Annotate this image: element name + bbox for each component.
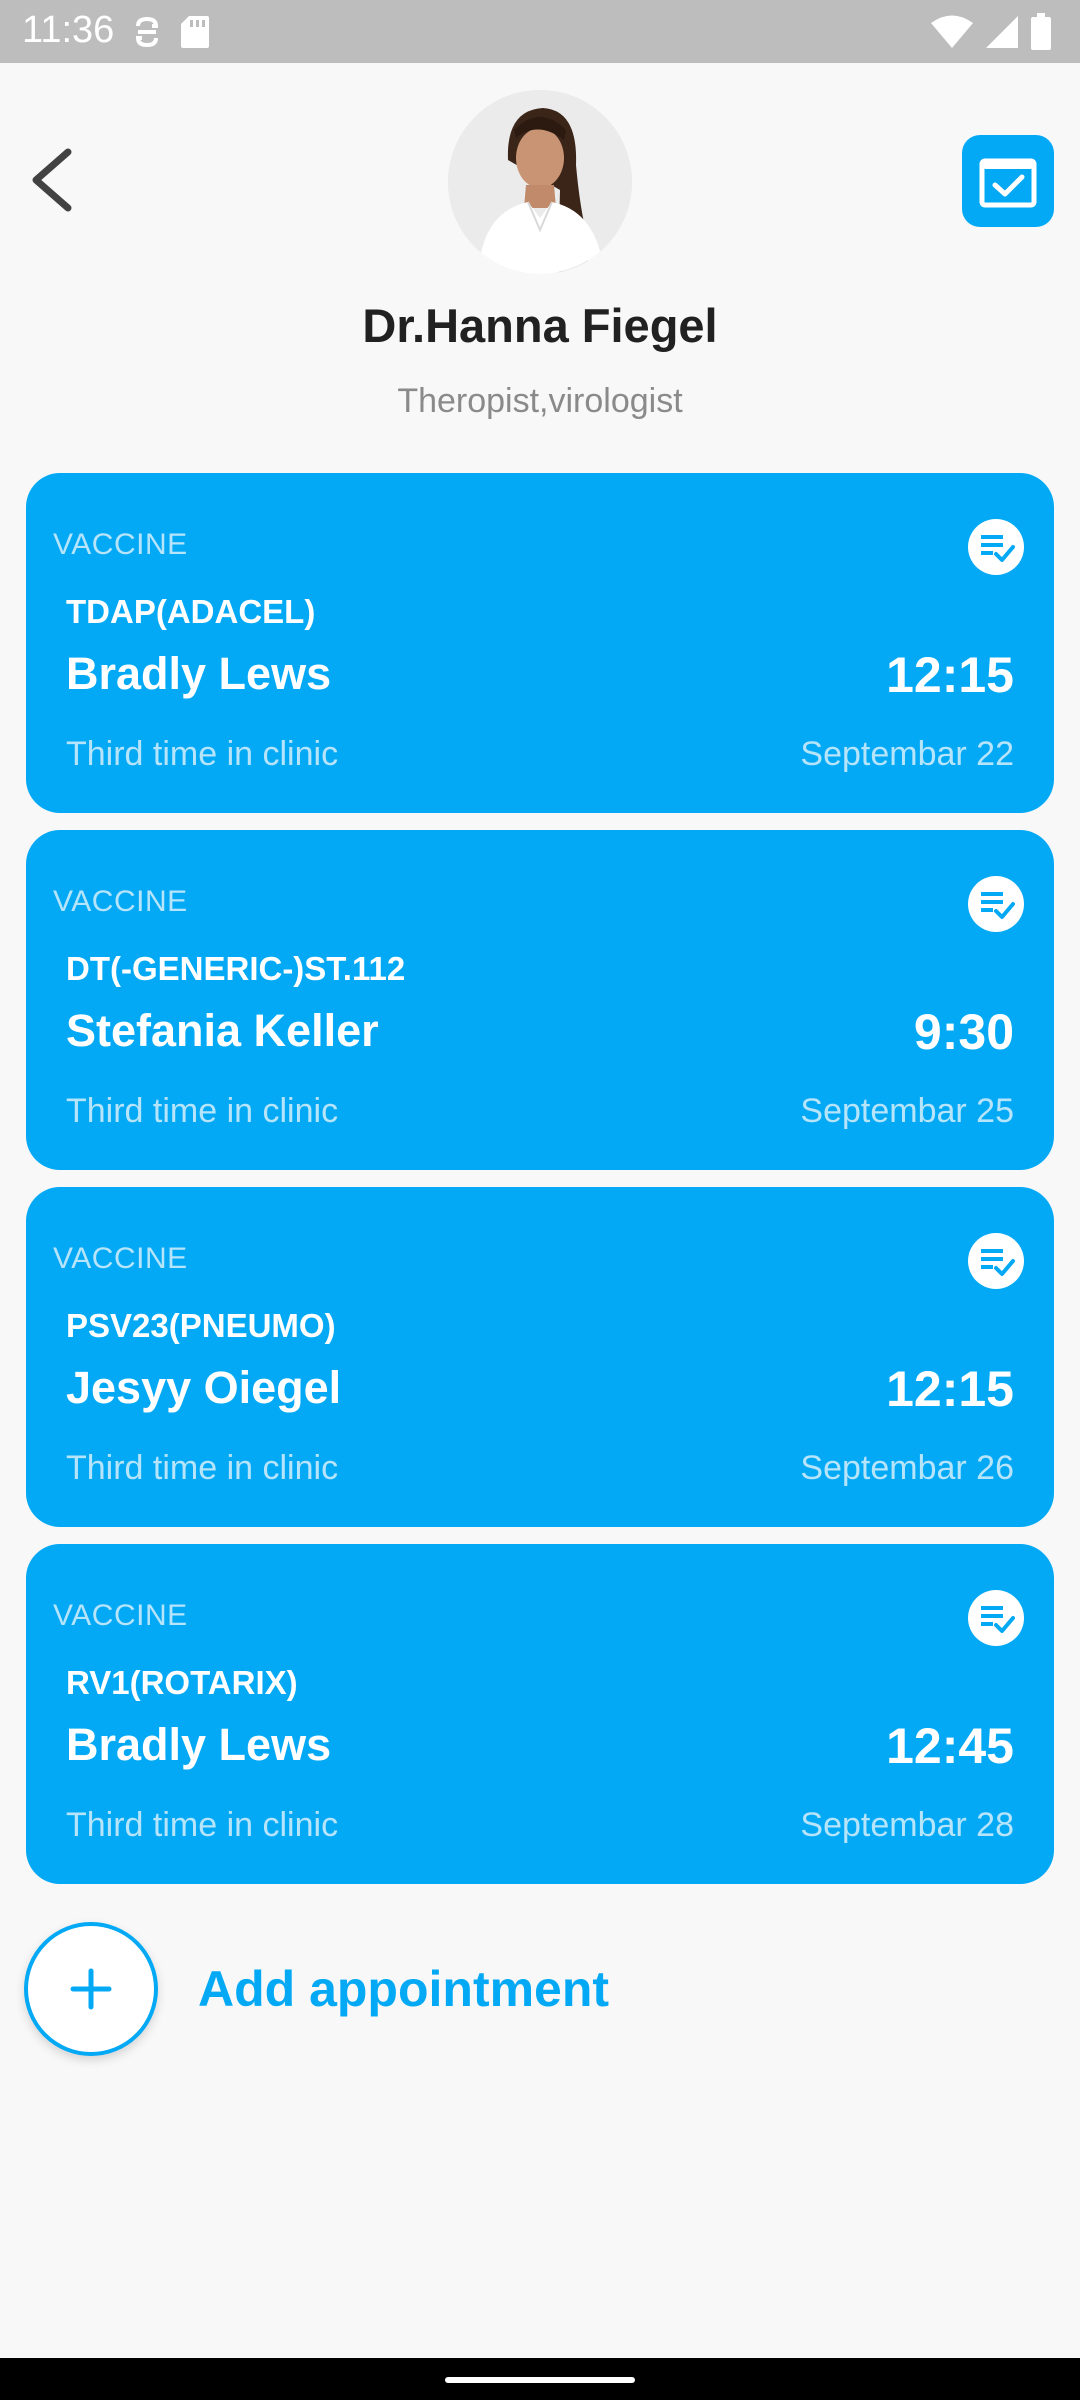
battery-icon xyxy=(1031,13,1051,50)
playlist-check-icon xyxy=(981,1249,1015,1276)
appointment-card[interactable]: VACCINE DT(-GENERIC-)ST.112 Stefania Kel… xyxy=(26,830,1054,1170)
appointment-vaccine: DT(-GENERIC-)ST.112 xyxy=(66,950,406,987)
appointment-date: Septembar 28 xyxy=(800,1806,1014,1844)
appointment-patient: Bradly Lews xyxy=(66,648,332,699)
appointment-card[interactable]: VACCINE TDAP(ADACEL) Bradly Lews 12:15 T… xyxy=(26,473,1054,813)
appointment-checklist-button[interactable] xyxy=(968,876,1024,932)
playlist-check-icon xyxy=(981,1606,1015,1633)
appointment-vaccine: PSV23(PNEUMO) xyxy=(66,1307,336,1344)
wifi-icon xyxy=(931,15,973,48)
appointment-patient: Jesyy Oiegel xyxy=(66,1362,342,1413)
appointment-vaccine: TDAP(ADACEL) xyxy=(66,593,316,630)
appointment-category: VACCINE xyxy=(53,1599,188,1632)
back-button[interactable] xyxy=(20,140,90,220)
status-right-icons xyxy=(930,12,1052,52)
home-indicator[interactable] xyxy=(445,2377,635,2383)
appointment-vaccine: RV1(ROTARIX) xyxy=(66,1664,298,1701)
plus-icon xyxy=(70,1968,112,2010)
appointment-date: Septembar 26 xyxy=(800,1449,1014,1487)
appointment-visit-info: Third time in clinic xyxy=(66,735,339,773)
appointment-category: VACCINE xyxy=(53,885,188,918)
sd-card-icon xyxy=(181,16,209,48)
doctor-specialty: Theropist,virologist xyxy=(397,382,683,420)
appointment-time: 12:15 xyxy=(886,1361,1014,1417)
appointment-time: 12:45 xyxy=(886,1718,1014,1774)
appointment-patient: Bradly Lews xyxy=(66,1719,332,1770)
add-appointment-label[interactable]: Add appointment xyxy=(198,1960,609,2018)
appointment-visit-info: Third time in clinic xyxy=(66,1449,339,1487)
status-left-icons xyxy=(130,13,210,51)
calendar-button[interactable] xyxy=(962,135,1054,227)
doctor-name: Dr.Hanna Fiegel xyxy=(362,299,718,352)
status-bar: 11:36 xyxy=(0,0,1080,63)
appointment-category: VACCINE xyxy=(53,1242,188,1275)
appointment-date: Septembar 22 xyxy=(800,735,1014,773)
add-appointment-button[interactable] xyxy=(24,1922,158,2056)
signal-icon xyxy=(986,16,1018,48)
appointment-visit-info: Third time in clinic xyxy=(66,1092,339,1130)
sync-icon xyxy=(135,16,159,48)
chevron-left-icon xyxy=(32,148,72,212)
appointment-checklist-button[interactable] xyxy=(968,519,1024,575)
appointment-card[interactable]: VACCINE RV1(ROTARIX) Bradly Lews 12:45 T… xyxy=(26,1544,1054,1884)
calendar-check-icon xyxy=(979,158,1037,208)
playlist-check-icon xyxy=(981,892,1015,919)
appointment-visit-info: Third time in clinic xyxy=(66,1806,339,1844)
appointment-date: Septembar 25 xyxy=(800,1092,1014,1130)
appointment-patient: Stefania Keller xyxy=(66,1005,379,1056)
appointment-checklist-button[interactable] xyxy=(968,1233,1024,1289)
appointment-category: VACCINE xyxy=(53,528,188,561)
status-time: 11:36 xyxy=(22,9,115,51)
playlist-check-icon xyxy=(981,535,1015,562)
doctor-photo xyxy=(448,90,632,274)
appointment-time: 12:15 xyxy=(886,647,1014,703)
doctor-avatar xyxy=(448,90,632,274)
appointment-time: 9:30 xyxy=(913,1004,1014,1060)
appointment-checklist-button[interactable] xyxy=(968,1590,1024,1646)
appointment-card[interactable]: VACCINE PSV23(PNEUMO) Jesyy Oiegel 12:15… xyxy=(26,1187,1054,1527)
